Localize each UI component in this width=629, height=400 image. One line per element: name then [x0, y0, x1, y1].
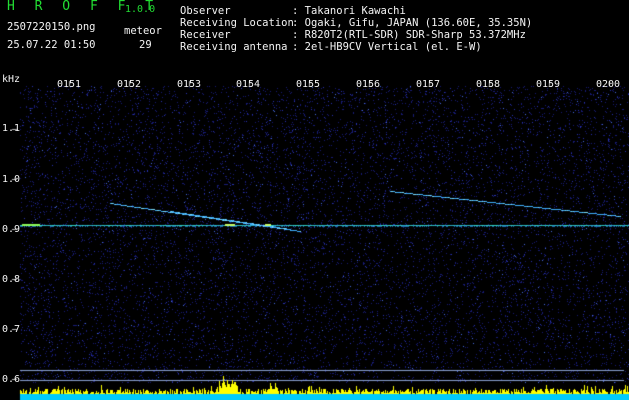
observer-label: Observer	[180, 5, 231, 17]
app-version: 1.0.0	[125, 4, 156, 15]
y-tick-label: 0.7	[2, 324, 21, 335]
spectrogram-canvas	[0, 78, 629, 400]
x-tick-label: 0200	[596, 79, 621, 90]
meteor-count-value: 29	[139, 39, 152, 51]
y-axis-unit: kHz	[2, 74, 21, 85]
y-tick-label: 0.9	[2, 224, 21, 235]
antenna-value: : 2el-HB9CV Vertical (el. E-W)	[292, 41, 482, 53]
x-tick-label: 0152	[117, 79, 142, 90]
meteor-count-label: meteor	[124, 25, 162, 37]
antenna-label: Receiving antenna	[180, 41, 288, 53]
x-tick-label: 0157	[416, 79, 441, 90]
observer-value: : Takanori Kawachi	[292, 5, 406, 17]
header-panel: H R O F F T 1.0.0 2507220150.png 25.07.2…	[0, 0, 629, 78]
location-label: Receiving Location	[180, 17, 294, 29]
x-tick-label: 0153	[177, 79, 202, 90]
date-time: 25.07.22 01:50	[7, 39, 96, 51]
x-tick-label: 0159	[536, 79, 561, 90]
receiver-label: Receiver	[180, 29, 231, 41]
receiver-value: : R820T2(RTL-SDR) SDR-Sharp 53.372MHz	[292, 29, 526, 41]
x-tick-label: 0158	[476, 79, 501, 90]
y-tick-label: 0.6	[2, 374, 21, 385]
x-tick-label: 0151	[57, 79, 82, 90]
y-tick-label: 1.1	[2, 123, 21, 134]
x-tick-label: 0154	[236, 79, 261, 90]
y-tick-label: 0.8	[2, 274, 21, 285]
file-name: 2507220150.png	[7, 21, 96, 33]
x-tick-label: 0156	[356, 79, 381, 90]
location-value: : Ogaki, Gifu, JAPAN (136.60E, 35.35N)	[292, 17, 533, 29]
x-tick-label: 0155	[296, 79, 321, 90]
y-tick-label: 1.0	[2, 174, 21, 185]
